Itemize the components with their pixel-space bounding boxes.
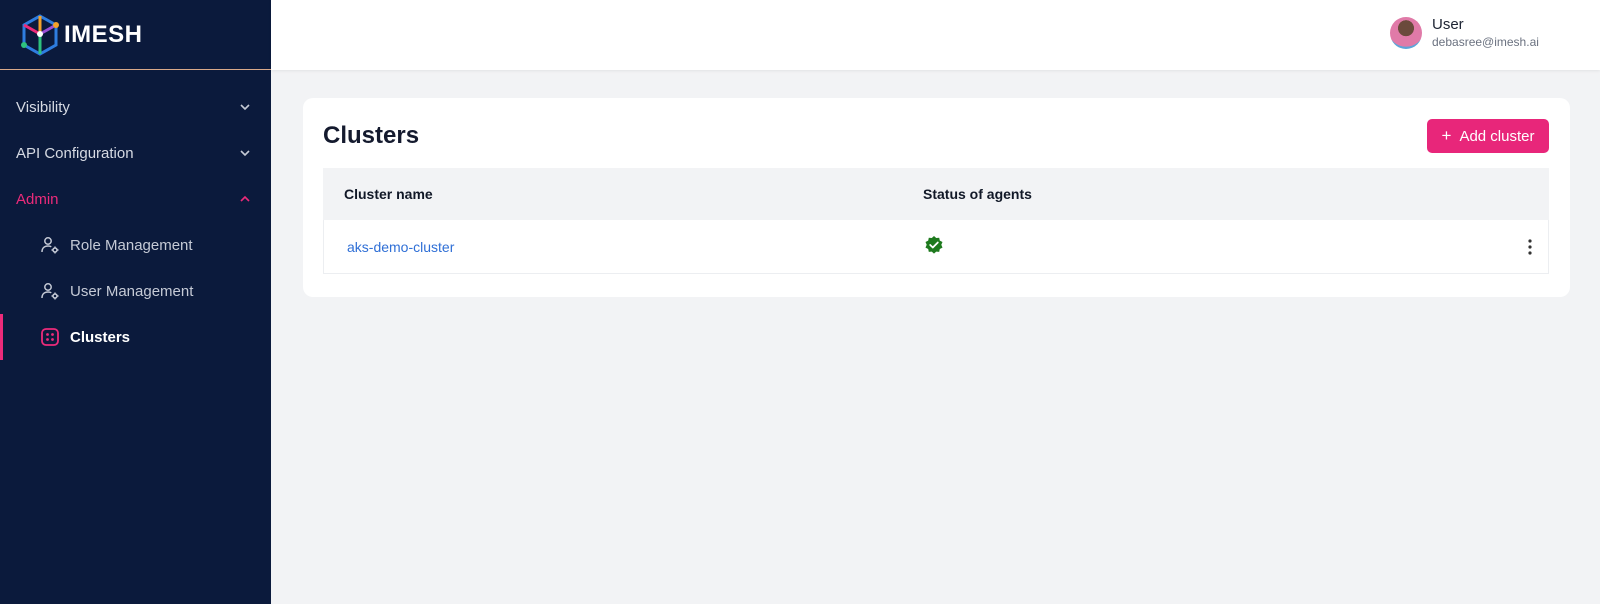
clusters-table: Cluster name Status of agents aks-demo-c… (323, 168, 1549, 274)
user-name: User (1432, 16, 1464, 33)
user-gear-icon (40, 281, 60, 301)
table-row: aks-demo-cluster (323, 220, 1549, 274)
table-header: Cluster name Status of agents (323, 168, 1549, 220)
add-cluster-label: Add cluster (1459, 127, 1535, 145)
cluster-name-link[interactable]: aks-demo-cluster (345, 239, 454, 255)
sidebar-item-label: User Management (70, 282, 194, 300)
clusters-icon (40, 327, 60, 347)
sidebar-item-role-management[interactable]: Role Management (0, 222, 271, 268)
column-header-status: Status of agents (923, 186, 1032, 202)
column-header-cluster-name: Cluster name (344, 186, 433, 202)
sidebar-item-label: Clusters (70, 328, 131, 346)
add-cluster-button[interactable]: + Add cluster (1427, 119, 1549, 153)
verified-check-icon (924, 235, 944, 255)
user-profile[interactable]: User debasree@imesh.ai (1390, 16, 1539, 49)
brand-name: IMESH (64, 20, 143, 48)
user-email: debasree@imesh.ai (1432, 35, 1539, 49)
plus-icon: + (1441, 126, 1452, 145)
sidebar-group-label: Visibility (16, 98, 70, 116)
sidebar-nav: Visibility API Configuration Admin Role … (0, 70, 271, 360)
sidebar-group-label: Admin (16, 190, 59, 208)
top-header: User debasree@imesh.ai (271, 0, 1600, 70)
chevron-up-icon (240, 195, 250, 202)
sidebar-item-label: Role Management (70, 236, 193, 254)
sidebar-group-admin[interactable]: Admin (0, 176, 271, 222)
sidebar-item-user-management[interactable]: User Management (0, 268, 271, 314)
avatar[interactable] (1390, 16, 1422, 49)
chevron-down-icon (240, 150, 250, 157)
row-actions-button[interactable] (1512, 238, 1548, 255)
sidebar-item-clusters[interactable]: Clusters (0, 314, 271, 360)
clusters-card: Clusters + Add cluster Cluster name Stat… (303, 98, 1570, 297)
sidebar-group-api-configuration[interactable]: API Configuration (0, 130, 271, 176)
kebab-menu-icon (1528, 238, 1532, 255)
imesh-logo-icon (21, 13, 59, 56)
page-title: Clusters (323, 122, 420, 149)
user-info: User debasree@imesh.ai (1432, 16, 1539, 49)
brand-logo[interactable]: IMESH (0, 0, 271, 70)
user-gear-icon (40, 235, 60, 255)
sidebar-group-visibility[interactable]: Visibility (0, 84, 271, 130)
sidebar-group-label: API Configuration (16, 144, 134, 162)
chevron-down-icon (240, 104, 250, 111)
sidebar: IMESH Visibility API Configuration Admin… (0, 0, 271, 604)
